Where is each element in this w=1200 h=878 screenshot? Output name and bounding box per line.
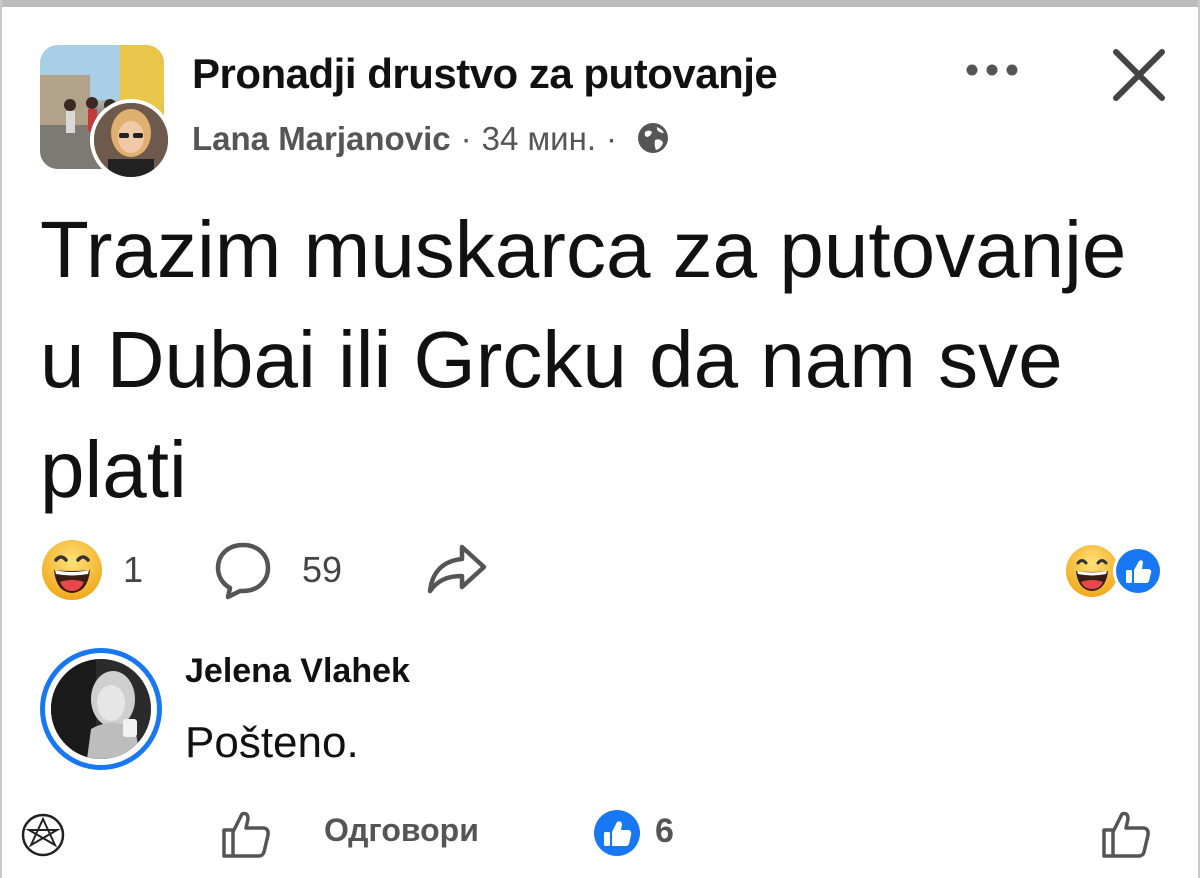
- commenter-photo: [51, 659, 151, 759]
- group-name-link[interactable]: Pronadji drustvo za putovanje: [192, 50, 778, 98]
- reply-button[interactable]: Одговори: [324, 812, 479, 849]
- reaction-summary[interactable]: [1058, 539, 1170, 603]
- more-options-button[interactable]: [958, 50, 1026, 90]
- comment-like-count-badge[interactable]: [592, 808, 642, 858]
- laugh-emoji-icon: [42, 540, 102, 600]
- like-reaction-icon: [594, 810, 640, 856]
- laugh-emoji-icon: [1066, 545, 1118, 597]
- post-time[interactable]: 34 мин.: [482, 120, 596, 158]
- thumbs-up-icon: [222, 811, 270, 858]
- top-border: [0, 0, 1200, 7]
- share-button[interactable]: [426, 541, 488, 597]
- post-meta: Lana Marjanovic · 34 мин. ·: [192, 120, 673, 158]
- globe-icon: [635, 120, 673, 158]
- comment-like-count[interactable]: 6: [655, 812, 674, 851]
- more-dots-icon: [966, 64, 1018, 76]
- comment-like-button[interactable]: [220, 808, 272, 860]
- author-avatar[interactable]: [90, 99, 172, 181]
- comment-bubble-icon: [215, 542, 271, 600]
- share-arrow-icon: [427, 544, 487, 594]
- meta-separator-2: ·: [605, 120, 617, 157]
- meta-separator: ·: [460, 120, 472, 157]
- author-name-link[interactable]: Lana Marjanovic: [192, 120, 451, 158]
- laugh-reaction-button[interactable]: [40, 538, 104, 602]
- post-body-text: Trazim muskarca za putovanje u Dubai ili…: [40, 205, 1127, 514]
- watermark-logo: [20, 812, 66, 858]
- group-avatar[interactable]: [40, 45, 172, 181]
- like-reaction-icon: [1113, 546, 1163, 596]
- comment-count[interactable]: 59: [302, 549, 342, 591]
- reaction-count[interactable]: 1: [123, 549, 143, 591]
- post-actions-bar: 1 59: [40, 535, 1170, 605]
- comment-button[interactable]: [212, 539, 274, 601]
- left-border: [0, 0, 2, 878]
- thumbs-up-icon: [1102, 811, 1150, 858]
- close-icon: [1113, 49, 1165, 101]
- close-button[interactable]: [1108, 44, 1170, 106]
- commenter-name-link[interactable]: Jelena Vlahek: [185, 652, 410, 691]
- commenter-avatar[interactable]: [40, 648, 162, 770]
- like-button-right[interactable]: [1100, 808, 1152, 860]
- comment-text: Pošteno.: [185, 718, 359, 767]
